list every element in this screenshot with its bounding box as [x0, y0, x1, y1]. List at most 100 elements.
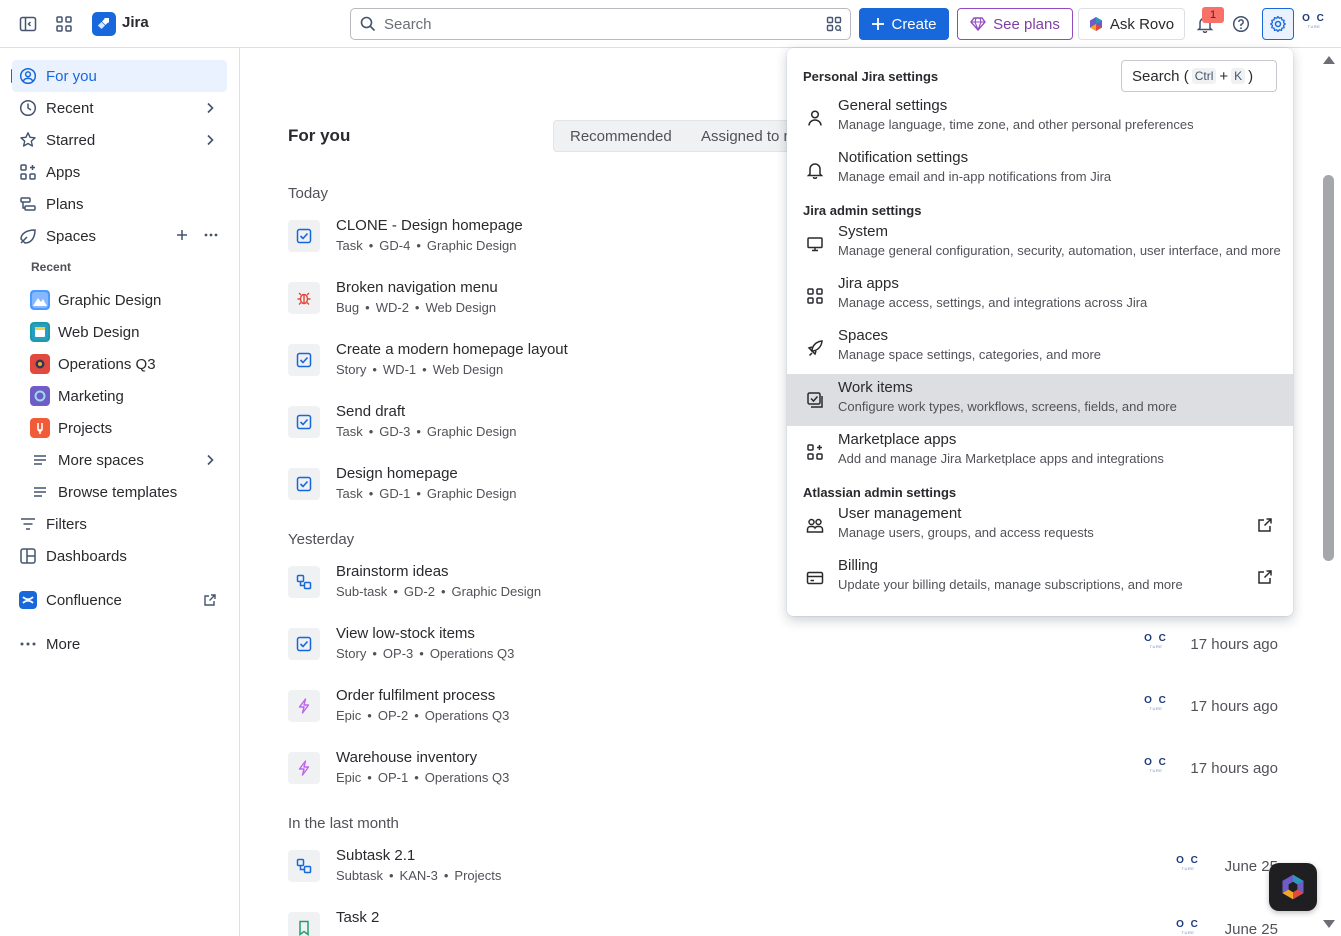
- app-switcher-icon[interactable]: [52, 12, 76, 36]
- create-button-label: Create: [891, 15, 937, 33]
- sidebar-item-label: Apps: [46, 163, 81, 181]
- settings-item-work-items[interactable]: Work items Configure work types, workflo…: [787, 374, 1293, 426]
- settings-search-button[interactable]: Search ( Ctrl + K ): [1121, 60, 1277, 92]
- work-item-row[interactable]: Subtask 2.1 Subtask • KAN-3 • Projects O C TU…: [288, 844, 1278, 896]
- global-search-input[interactable]: Search: [350, 8, 851, 40]
- work-item-meta: Sub-task • GD-2 • Graphic Design: [336, 584, 542, 599]
- sidebar-item-recent[interactable]: Recent: [12, 92, 227, 124]
- jira-logo-icon[interactable]: [92, 12, 116, 36]
- settings-item-title: Notification settings: [838, 149, 969, 166]
- sidebar-item-filters[interactable]: Filters: [12, 508, 227, 540]
- settings-item-notification-settings[interactable]: Notification settings Manage email and i…: [787, 144, 1293, 196]
- settings-item-general-settings[interactable]: General settings Manage language, time z…: [787, 92, 1293, 144]
- settings-item-jira-apps[interactable]: Jira apps Manage access, settings, and i…: [787, 270, 1293, 322]
- work-item-title: CLONE - Design homepage: [336, 217, 523, 234]
- work-item-meta: Subtask • KAN-3 • Projects: [336, 868, 502, 883]
- tab-recommended[interactable]: Recommended: [570, 128, 672, 145]
- top-navigation-bar: Jira Search Create See plans Ask Rovo 1 …: [0, 0, 1341, 48]
- search-filter-icon[interactable]: [826, 16, 842, 32]
- sidebar-item-dashboards[interactable]: Dashboards: [12, 540, 227, 572]
- add-space-plus-icon[interactable]: [175, 228, 189, 242]
- work-item-row[interactable]: Order fulfilment process Epic • OP-2 • Opera…: [288, 684, 1278, 736]
- avatar-subtext: TURE: [1307, 24, 1321, 29]
- rocket-icon: [805, 338, 825, 358]
- work-item-space: Operations Q3: [424, 708, 510, 723]
- space-item-operations-q3[interactable]: Operations Q3: [28, 348, 227, 380]
- sidebar-item-starred[interactable]: Starred: [12, 124, 227, 156]
- chevron-right-icon[interactable]: [203, 133, 217, 147]
- sidebar-item-for-you[interactable]: For you: [12, 60, 227, 92]
- search-placeholder: Search: [384, 16, 432, 33]
- chevron-right-icon[interactable]: [203, 101, 217, 115]
- sidebar-item-label: Recent: [46, 99, 94, 117]
- rovo-chat-floating-button[interactable]: [1269, 863, 1317, 911]
- work-item-key: OP-1: [377, 770, 409, 785]
- external-link-icon: [1257, 517, 1273, 533]
- work-item-key: GD-1: [379, 486, 411, 501]
- work-item-type: Subtask: [336, 868, 383, 883]
- space-item-web-design[interactable]: Web Design: [28, 316, 227, 348]
- space-item-projects[interactable]: Projects: [28, 412, 227, 444]
- work-item-key: GD-4: [379, 238, 411, 253]
- sidebar-more-spaces[interactable]: More spaces: [28, 444, 227, 476]
- sidebar-item-more[interactable]: More: [12, 628, 227, 660]
- create-button[interactable]: Create: [859, 8, 949, 40]
- sidebar-item-plans[interactable]: Plans: [12, 188, 227, 220]
- epic-lightning-icon: [288, 752, 320, 784]
- space-item-marketing[interactable]: Marketing: [28, 380, 227, 412]
- space-item-graphic-design[interactable]: Graphic Design: [28, 284, 227, 316]
- more-actions-icon[interactable]: [203, 228, 219, 242]
- work-item-row[interactable]: Task 2 O C TURE June 25: [288, 906, 1278, 936]
- star-icon: [18, 130, 38, 150]
- work-item-title: Create a modern homepage layout: [336, 341, 568, 358]
- see-plans-button[interactable]: See plans: [957, 8, 1073, 40]
- sidebar-item-apps[interactable]: Apps: [12, 156, 227, 188]
- work-item-updated-time: 17 hours ago: [1190, 636, 1278, 653]
- assignee-avatar: O C TURE: [1176, 919, 1200, 936]
- work-item-key: GD-3: [379, 424, 411, 439]
- work-item-space: Web Design: [425, 300, 497, 315]
- settings-item-billing[interactable]: Billing Update your billing details, man…: [787, 552, 1293, 604]
- story-icon: [288, 628, 320, 660]
- ask-rovo-button[interactable]: Ask Rovo: [1078, 8, 1185, 40]
- sidebar-browse-templates[interactable]: Browse templates: [28, 476, 227, 508]
- scrollbar-thumb[interactable]: [1323, 175, 1334, 561]
- settings-item-spaces[interactable]: Spaces Manage space settings, categories…: [787, 322, 1293, 374]
- bookmark-icon: [288, 912, 320, 936]
- app-name[interactable]: Jira: [122, 14, 149, 31]
- filters-label: Filters: [46, 515, 87, 533]
- person-circle-icon: [18, 66, 38, 86]
- spaces-icon: [18, 226, 38, 246]
- user-avatar[interactable]: O C TURE: [1301, 14, 1327, 36]
- dashboards-label: Dashboards: [46, 547, 127, 565]
- work-item-row[interactable]: View low-stock items Story • OP-3 • Operatio…: [288, 622, 1278, 674]
- avatar-initials: O C: [1302, 13, 1326, 24]
- help-icon[interactable]: [1229, 12, 1253, 36]
- graphic-design-space-icon: [30, 290, 50, 310]
- assignee-avatar: O C TURE: [1144, 633, 1168, 650]
- sidebar-item-confluence[interactable]: Confluence: [12, 584, 227, 616]
- work-item-meta: Story • WD-1 • Web Design: [336, 362, 504, 377]
- web-design-space-icon: [30, 322, 50, 342]
- scroll-up-arrow-icon[interactable]: [1322, 54, 1336, 66]
- work-item-key: KAN-3: [399, 868, 438, 883]
- settings-item-user-management[interactable]: User management Manage users, groups, an…: [787, 500, 1293, 552]
- plus-icon: [872, 18, 885, 30]
- settings-item-system[interactable]: System Manage general configuration, sec…: [787, 218, 1293, 270]
- scroll-down-arrow-icon[interactable]: [1322, 918, 1336, 930]
- work-item-meta: Task • GD-1 • Graphic Design: [336, 486, 517, 501]
- work-item-space: Graphic Design: [426, 238, 517, 253]
- work-item-key: WD-1: [382, 362, 417, 377]
- settings-item-title: Jira apps: [838, 275, 899, 292]
- settings-gear-button[interactable]: [1262, 8, 1294, 40]
- work-item-title: Task 2: [336, 909, 380, 926]
- settings-item-marketplace-apps[interactable]: Marketplace apps Add and manage Jira Mar…: [787, 426, 1293, 478]
- work-item-row[interactable]: Warehouse inventory Epic • OP-1 • Operations…: [288, 746, 1278, 798]
- template-list-icon: [30, 482, 50, 502]
- more-label: More: [46, 635, 81, 653]
- sidebar-item-label: Plans: [46, 195, 84, 213]
- chevron-right-icon[interactable]: [203, 453, 217, 467]
- sidebar-item-spaces[interactable]: Spaces: [12, 220, 227, 252]
- sidebar-toggle-icon[interactable]: [16, 12, 40, 36]
- work-item-space: Graphic Design: [426, 486, 517, 501]
